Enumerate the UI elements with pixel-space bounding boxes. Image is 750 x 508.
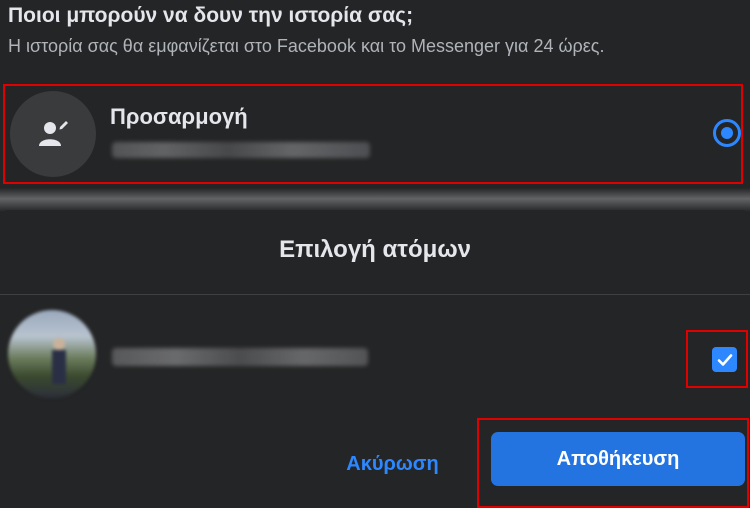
person-photo-silhouette — [52, 338, 66, 384]
checkbox-highlight — [686, 330, 748, 388]
cancel-button[interactable]: Ακύρωση — [330, 442, 455, 486]
select-people-dialog: Επιλογή ατόμων Ακύρωση Αποθήκευση — [0, 210, 750, 508]
option-icon-circle — [10, 91, 96, 177]
dialog-divider — [0, 294, 750, 295]
blurred-person-name — [112, 348, 368, 366]
audience-option-label: Προσαρμογή — [110, 104, 248, 129]
audience-radio-selected[interactable] — [713, 119, 741, 147]
person-checkbox[interactable] — [712, 347, 737, 372]
save-highlight: Αποθήκευση — [477, 418, 749, 508]
audience-option-custom[interactable]: Προσαρμογή — [3, 84, 743, 184]
overlay-shadow — [0, 188, 750, 212]
panel-subtitle: Η ιστορία σας θα εμφανίζεται στο Faceboo… — [8, 36, 605, 56]
save-button[interactable]: Αποθήκευση — [491, 432, 745, 486]
dialog-title: Επιλογή ατόμων — [279, 236, 471, 263]
check-icon — [717, 353, 732, 366]
blurred-description — [112, 142, 370, 158]
panel-title: Ποιοι μπορούν να δουν την ιστορία σας; — [8, 4, 414, 27]
person-edit-icon — [39, 121, 68, 146]
person-avatar — [8, 310, 96, 398]
story-privacy-panel: Ποιοι μπορούν να δουν την ιστορία σας; Η… — [0, 0, 750, 198]
